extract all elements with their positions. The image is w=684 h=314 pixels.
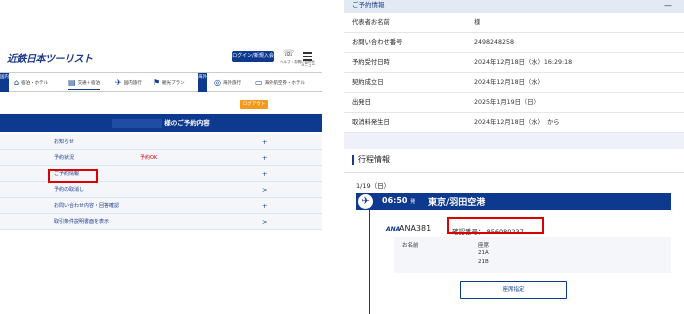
overseas-ticket-icon: ▭ <box>255 78 263 87</box>
expand-icon[interactable]: + <box>262 150 267 166</box>
info-label: 出発日 <box>352 99 371 106</box>
info-row: 契約成立日 2024年12月18日（水） <box>344 73 684 93</box>
info-value: 2025年1月19日（日） <box>474 99 540 106</box>
itinerary-date: 1/19（日） <box>356 182 391 190</box>
passenger-box: お名前 座席 21A 21B <box>394 237 671 273</box>
info-row: お問い合わせ番号 2498248258 <box>344 33 684 53</box>
nav-tag-overseas: 海外 <box>198 73 207 92</box>
airplane-icon: ✈ <box>358 194 373 209</box>
row-label: 予約の取消し <box>54 187 85 193</box>
main-nav: 国内 ⌂ 宿泊・ホテル ▤ 交通＋宿泊 ✈ 国内旅行 ⚑ 観光プラン 海外 ◎ 海外旅行 … <box>0 72 322 92</box>
info-label: 予約受付日時 <box>352 59 390 66</box>
row-label: お問い合わせ内容・回答確認 <box>54 203 120 209</box>
info-value: 2498248258 <box>474 39 515 46</box>
expand-icon[interactable]: + <box>262 166 267 182</box>
panel-gap <box>322 0 344 314</box>
departure-time: 06:50 発 <box>382 196 415 205</box>
info-label: 代表者お名前 <box>352 19 390 26</box>
site-logo[interactable]: 近鉄日本ツーリスト <box>7 50 93 65</box>
phone-icon[interactable]: ☏ <box>283 49 294 59</box>
menu-label: メニュー <box>301 63 315 67</box>
highlight-box-confirmation <box>447 217 544 234</box>
info-row: 出発日 2025年1月19日（日） <box>344 93 684 113</box>
booking-header: 様のご予約内容 <box>0 114 322 132</box>
collapse-icon[interactable]: — <box>664 0 672 11</box>
info-row: 代表者お名前 様 <box>344 13 684 33</box>
booking-page-left: 近鉄日本ツーリスト ログイン/新規入会 ☏ ヘルプ・お問い合わせ メニュー 国内… <box>0 0 322 314</box>
nav-label: 宿泊・ホテル <box>21 80 49 86</box>
screenshot-root: 近鉄日本ツーリスト ログイン/新規入会 ☏ ヘルプ・お問い合わせ メニュー 国内… <box>0 0 684 314</box>
info-label: 取消料発生日 <box>352 119 390 126</box>
passenger-label: お名前 <box>402 243 419 249</box>
booking-detail-right: ご予約情報 — 代表者お名前 様 お問い合わせ番号 2498248258 予約受付日… <box>344 0 684 314</box>
overseas-tour-icon: ◎ <box>214 78 221 87</box>
info-label: 契約成立日 <box>352 79 384 86</box>
row-notice[interactable]: お知らせ + <box>0 134 322 150</box>
row-inquiry[interactable]: お問い合わせ内容・回答確認 + <box>0 198 322 214</box>
departure-airport: 東京/羽田空港 <box>428 198 486 208</box>
seat-select-button[interactable]: 座席指定 <box>460 281 567 299</box>
nav-label: 国内旅行 <box>123 80 142 86</box>
nav-label: 海外航空券・ホテル <box>264 80 306 86</box>
section-header[interactable]: ご予約情報 — <box>344 0 684 13</box>
flight-header: ✈ 06:50 発 東京/羽田空港 <box>356 193 671 210</box>
expand-icon[interactable]: + <box>262 134 267 150</box>
flight-number: ANA381 <box>399 224 432 233</box>
nav-label: 観光プラン <box>162 80 185 86</box>
status-value: 予約OK <box>140 155 158 161</box>
chevron-right-icon[interactable]: > <box>262 214 267 230</box>
nav-tag-domestic: 国内 <box>0 73 9 92</box>
row-cancel[interactable]: 予約の取消し > <box>0 182 322 198</box>
time-value: 06:50 <box>382 196 408 205</box>
nav-item-hotel[interactable]: ⌂ 宿泊・ホテル <box>14 78 48 87</box>
row-terms[interactable]: 取引条件説明書面を表示 > <box>0 214 322 230</box>
info-value: 2024年12月18日（水） から <box>474 119 560 126</box>
redacted-name <box>112 118 163 128</box>
nav-item-train-hotel[interactable]: ▤ 交通＋宿泊 <box>68 78 101 90</box>
row-label: お知らせ <box>54 139 74 145</box>
info-value: 2024年12月18日（水） <box>474 79 544 86</box>
info-value: 様 <box>474 19 481 26</box>
info-row: 取消料発生日 2024年12月18日（水） から <box>344 113 684 133</box>
sightseeing-icon: ⚑ <box>153 78 161 87</box>
timeline-line <box>369 210 370 314</box>
info-label: お問い合わせ番号 <box>352 39 403 46</box>
nav-label: 海外旅行 <box>222 80 241 86</box>
menu-icon[interactable] <box>303 52 312 63</box>
nav-item-domestic-tour[interactable]: ✈ 国内旅行 <box>115 78 142 87</box>
chevron-right-icon[interactable]: > <box>262 182 267 198</box>
seat-value: 21B <box>478 259 489 265</box>
seat-value: 21A <box>478 250 489 256</box>
booking-info-table: 代表者お名前 様 お問い合わせ番号 2498248258 予約受付日時 2024年12… <box>344 13 684 133</box>
info-row: 予約受付日時 2024年12月18日（水）16:29:18 <box>344 53 684 73</box>
itinerary-title: 行程情報 <box>352 155 390 165</box>
booking-header-title: 様のご予約内容 <box>164 119 210 127</box>
row-label: 取引条件説明書面を表示 <box>54 219 110 225</box>
logout-button[interactable]: ログアウト <box>240 100 268 109</box>
expand-icon[interactable]: + <box>262 198 267 214</box>
train-hotel-icon: ▤ <box>68 78 76 87</box>
domestic-tour-icon: ✈ <box>115 78 122 87</box>
seat-header: 座席 <box>478 243 490 249</box>
login-button[interactable]: ログイン/新規入会 <box>232 51 274 62</box>
highlight-box-booking-info <box>48 169 98 183</box>
nav-item-sightseeing[interactable]: ⚑ 観光プラン <box>153 78 185 87</box>
nav-item-overseas-tour[interactable]: ◎ 海外旅行 <box>214 78 241 87</box>
info-value: 2024年12月18日（水）16:29:18 <box>474 59 573 66</box>
departure-suffix: 発 <box>410 199 416 205</box>
row-booking-status[interactable]: 予約状況 予約OK + <box>0 150 322 166</box>
hotel-icon: ⌂ <box>14 78 20 87</box>
nav-label: 交通＋宿泊 <box>77 80 101 86</box>
row-label: 予約状況 <box>54 155 75 161</box>
nav-item-overseas-ticket[interactable]: ▭ 海外航空券・ホテル <box>255 78 305 87</box>
divider <box>344 172 684 173</box>
section-title: ご予約情報 <box>352 1 385 9</box>
